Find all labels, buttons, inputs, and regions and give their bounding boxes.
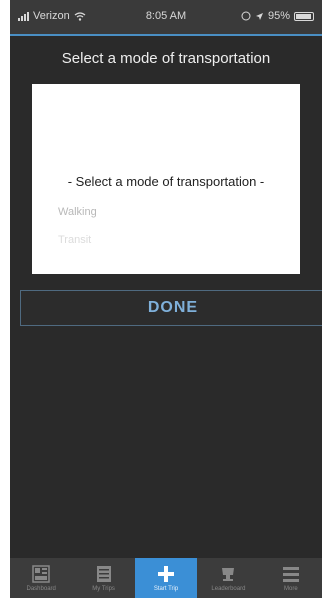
picker-option-walking[interactable]: Walking	[58, 206, 97, 218]
lock-rotation-icon	[241, 11, 251, 21]
trophy-icon	[222, 568, 235, 581]
phone-screen: Verizon 8:05 AM 95% Select a mode of tra…	[10, 0, 322, 598]
tab-start-trip[interactable]: Start Trip	[134, 558, 198, 598]
location-arrow-icon	[255, 12, 263, 20]
tab-label: My Trips	[92, 586, 115, 592]
done-button[interactable]: DONE	[20, 290, 322, 326]
tab-leaderboard[interactable]: Leaderboard	[197, 558, 259, 598]
tab-dashboard[interactable]: Dashboard	[10, 558, 72, 598]
picker-option-transit[interactable]: Transit	[58, 234, 91, 246]
battery-percent: 95%	[267, 10, 290, 22]
picker-selected-option[interactable]: - Select a mode of transportation -	[32, 174, 300, 189]
status-right: 95%	[241, 10, 314, 22]
plus-icon	[158, 566, 175, 582]
list-icon	[96, 566, 111, 582]
header-divider	[10, 34, 322, 36]
tab-label: More	[283, 586, 298, 592]
menu-icon	[282, 567, 299, 582]
tab-my-trips[interactable]: My Trips	[72, 558, 134, 598]
modal-title: Select a mode of transportation	[61, 50, 271, 67]
transport-mode-picker[interactable]: - Select a mode of transportation - Walk…	[32, 84, 300, 274]
tab-label: Start Trip	[153, 586, 179, 592]
tab-label: Leaderboard	[211, 586, 246, 592]
status-bar: Verizon 8:05 AM 95%	[10, 0, 322, 34]
dashboard-icon	[32, 565, 50, 583]
tab-label: Dashboard	[26, 586, 56, 592]
tab-bar: Dashboard My Trips Start Trip Leaderboar…	[10, 558, 322, 598]
tab-more[interactable]: More	[260, 558, 322, 598]
battery-icon	[294, 11, 314, 21]
